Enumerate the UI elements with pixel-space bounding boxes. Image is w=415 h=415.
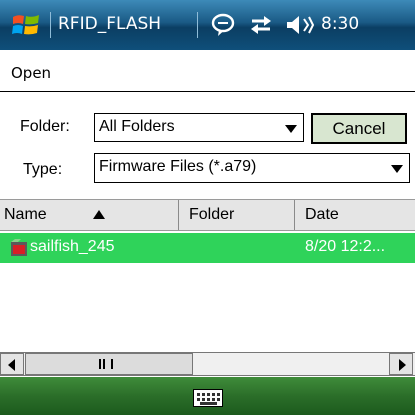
chevron-down-icon bbox=[391, 165, 403, 173]
list-item[interactable]: sailfish_245 8/20 12:2... bbox=[0, 233, 415, 263]
horizontal-scrollbar[interactable] bbox=[0, 352, 415, 376]
clock[interactable]: 8:30 bbox=[321, 13, 359, 35]
cancel-button[interactable]: Cancel bbox=[311, 113, 407, 144]
file-icon bbox=[10, 239, 28, 257]
divider bbox=[0, 91, 415, 92]
windows-start-icon[interactable] bbox=[10, 9, 42, 41]
app-title: RFID_FLASH bbox=[58, 14, 162, 34]
folder-value: All Folders bbox=[99, 118, 175, 135]
keyboard-icon[interactable] bbox=[193, 389, 223, 407]
column-header-name[interactable]: Name bbox=[4, 200, 178, 230]
type-label: Type: bbox=[23, 161, 63, 178]
file-name: sailfish_245 bbox=[30, 238, 115, 255]
message-icon[interactable] bbox=[210, 12, 236, 38]
arrow-right-icon bbox=[399, 359, 406, 371]
title-bar: RFID_FLASH 8:30 bbox=[0, 0, 415, 50]
title-separator bbox=[197, 12, 198, 38]
scroll-right-button[interactable] bbox=[389, 353, 413, 375]
chevron-down-icon bbox=[285, 125, 297, 133]
list-header: Name Folder Date bbox=[0, 199, 415, 231]
bottom-bar bbox=[0, 377, 415, 415]
column-header-date[interactable]: Date bbox=[294, 200, 415, 230]
file-date: 8/20 12:2... bbox=[305, 238, 386, 255]
column-header-folder[interactable]: Folder bbox=[178, 200, 294, 230]
grip-icon bbox=[99, 359, 113, 369]
arrow-left-icon bbox=[8, 359, 15, 371]
scrollbar-thumb[interactable] bbox=[25, 353, 193, 375]
type-value: Firmware Files (*.a79) bbox=[99, 158, 257, 175]
sync-icon[interactable] bbox=[248, 13, 274, 37]
folder-dropdown[interactable]: All Folders bbox=[94, 113, 304, 142]
folder-label: Folder: bbox=[20, 118, 70, 135]
dialog-title: Open bbox=[11, 64, 52, 82]
title-separator bbox=[50, 12, 51, 38]
type-dropdown[interactable]: Firmware Files (*.a79) bbox=[94, 153, 410, 183]
volume-icon[interactable] bbox=[285, 13, 315, 37]
scroll-left-button[interactable] bbox=[0, 353, 24, 375]
sort-ascending-icon bbox=[93, 210, 105, 219]
